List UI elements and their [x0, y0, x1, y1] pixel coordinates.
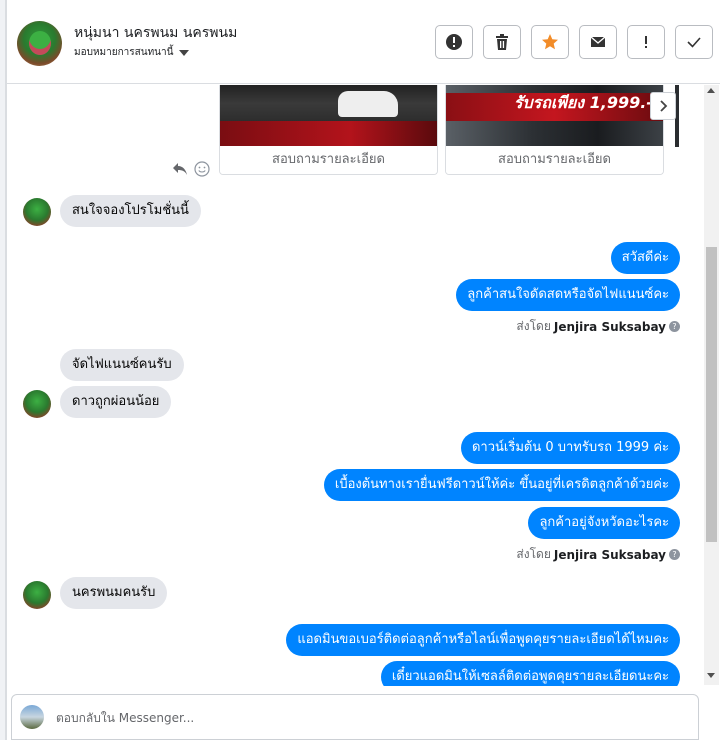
card-image — [220, 85, 437, 147]
sent-by-agent: Jenjira Suksabay — [553, 319, 666, 334]
contact-avatar — [23, 198, 51, 226]
outgoing-message[interactable]: สวัสดีค่ะ — [610, 242, 680, 274]
sent-by-label: ส่งโดย Jenjira Suksabay ? — [516, 545, 680, 564]
envelope-icon — [590, 36, 606, 47]
carousel-card[interactable]: สอบถามรายละเอียด — [219, 85, 438, 175]
carousel-card[interactable]: รับรถเพียง 1,999.- สอบถามรายละเอียด — [445, 85, 664, 175]
incoming-message[interactable]: สนใจจองโปรโมชั่นนี้ — [60, 195, 201, 227]
scroll-up-icon[interactable] — [707, 88, 715, 93]
incoming-message[interactable]: จัดไฟแนนซ์คนรับ — [60, 349, 184, 381]
conversation-window: หนุ่มนา นครพนม นครพนม มอบหมายการสนทนานี้ — [6, 0, 720, 740]
sent-by-agent: Jenjira Suksabay — [553, 547, 666, 562]
check-icon — [687, 37, 701, 48]
carousel: สอบถามรายละเอียด รับรถเพียง 1,999.- สอบถ… — [219, 85, 679, 175]
report-button[interactable] — [435, 25, 473, 59]
mark-done-button[interactable] — [675, 25, 713, 59]
star-icon — [542, 34, 558, 50]
delete-button[interactable] — [483, 25, 521, 59]
chevron-down-icon — [179, 49, 190, 56]
contact-avatar — [23, 581, 51, 609]
outgoing-message[interactable]: ลูกค้าสนใจดัดสดหรือจัดไฟแนนซ์คะ — [456, 279, 680, 311]
scroll-down-icon[interactable] — [707, 673, 715, 678]
emoji-icon[interactable] — [194, 161, 210, 177]
contact-name[interactable]: หนุ่มนา นครพนม นครพนม — [74, 22, 237, 44]
sent-by-prefix: ส่งโดย — [516, 319, 551, 333]
conversation-header: หนุ่มนา นครพนม นครพนม มอบหมายการสนทนานี้ — [7, 0, 720, 84]
scrollbar-thumb[interactable] — [706, 247, 717, 542]
outgoing-message[interactable]: แอดมินขอเบอร์ติดต่อลูกค้าหรือไลน์เพื่อพู… — [286, 624, 680, 656]
promo-banner — [220, 121, 437, 147]
mark-unread-button[interactable] — [579, 25, 617, 59]
help-icon[interactable]: ? — [669, 321, 680, 332]
assign-conversation-dropdown[interactable]: มอบหมายการสนทนานี้ — [74, 45, 190, 60]
promo-text: รับรถเพียง 1,999.- — [513, 93, 653, 112]
incoming-message[interactable]: ดาวถูกผ่อนน้อย — [60, 386, 172, 418]
incoming-message[interactable]: นครพนมคนรับ — [60, 577, 168, 609]
contact-avatar[interactable] — [17, 21, 62, 66]
help-icon[interactable]: ? — [669, 549, 680, 560]
sent-by-label: ส่งโดย Jenjira Suksabay ? — [516, 317, 680, 336]
outgoing-message[interactable]: ลูกค้าอยู่จังหวัดอะไรคะ — [528, 507, 680, 539]
reply-input[interactable]: ตอบกลับใน Messenger... — [56, 709, 194, 728]
contact-avatar — [23, 390, 51, 418]
scrollbar[interactable] — [704, 85, 719, 685]
reply-icon[interactable] — [172, 162, 188, 176]
message-thread[interactable]: สอบถามรายละเอียด รับรถเพียง 1,999.- สอบถ… — [7, 85, 703, 686]
outgoing-message[interactable]: เบื้องต้นทางเรายื่นฟรีดาวน์ให้ค่ะ ขึ้นอย… — [323, 469, 680, 501]
carousel-next-button[interactable] — [650, 92, 676, 120]
page-avatar — [20, 705, 44, 729]
sent-by-prefix: ส่งโดย — [516, 547, 551, 561]
exclamation-icon — [645, 36, 647, 48]
pickup-image — [338, 91, 398, 117]
card-cta[interactable]: สอบถามรายละเอียด — [220, 146, 437, 174]
alert-circle-icon — [446, 34, 462, 50]
message-actions — [172, 161, 210, 177]
outgoing-message[interactable]: ดาวน์เริ่มต้น 0 บาทรับรถ 1999 ค่ะ — [460, 432, 680, 464]
star-button[interactable] — [531, 25, 569, 59]
card-image: รับรถเพียง 1,999.- — [446, 85, 663, 147]
conversation-actions — [435, 25, 713, 59]
trash-icon — [496, 34, 508, 50]
outgoing-message[interactable]: เดี๋ยวแอดมินให้เซลล์ติดต่อพูดคุยรายละเอี… — [380, 661, 680, 686]
mark-spam-button[interactable] — [627, 25, 665, 59]
chevron-right-icon — [660, 100, 668, 112]
card-cta[interactable]: สอบถามรายละเอียด — [446, 146, 663, 174]
reply-composer[interactable]: ตอบกลับใน Messenger... — [11, 694, 699, 740]
assign-label: มอบหมายการสนทนานี้ — [74, 47, 174, 58]
